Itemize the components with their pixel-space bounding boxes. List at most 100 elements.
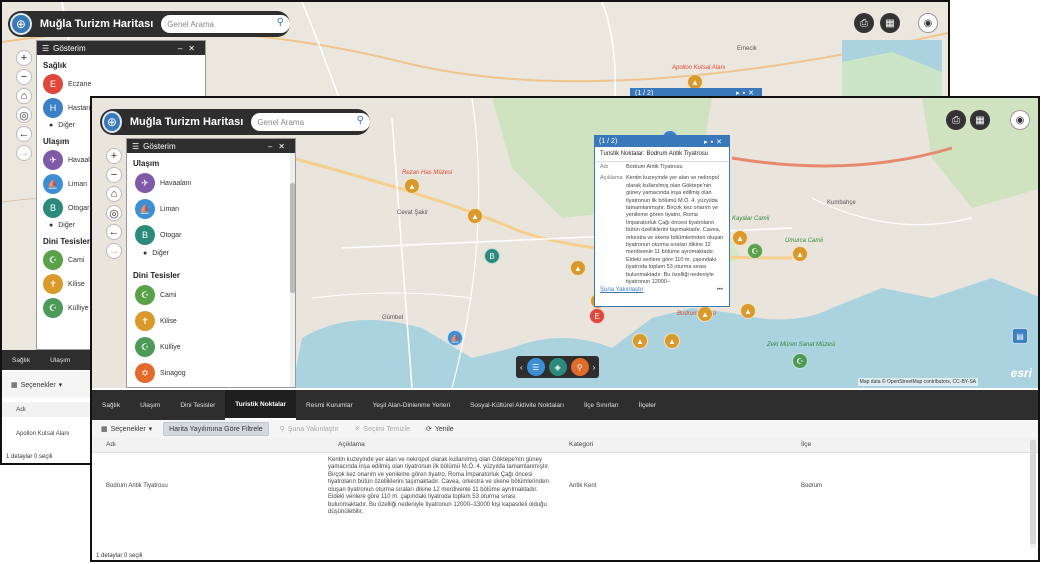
chevron-down-icon: ▾ — [148, 426, 153, 433]
options-label: Seçenekler — [110, 425, 146, 433]
cell-ilce: Bodrum — [801, 482, 823, 489]
port-icon: ⛵ — [43, 174, 63, 194]
tab-resmi-kurumlar[interactable]: Resmi Kurumlar — [296, 390, 363, 420]
legend-scrollbar[interactable] — [290, 153, 295, 387]
map-marker[interactable]: ▤ — [1012, 328, 1028, 344]
tab-turistik-noktalar[interactable]: Turistik Noktalar — [225, 390, 297, 420]
map-marker[interactable]: ⛵ — [447, 330, 463, 346]
popup-key: Açıklama — [600, 175, 623, 182]
column-header-ilce[interactable]: İlçe — [787, 438, 1038, 453]
forward-arrow-icon[interactable]: → — [106, 243, 122, 259]
legend-label: Diğer — [152, 250, 169, 257]
map-label: Emecik — [737, 46, 757, 52]
cell-kategori: Antik Kent — [569, 482, 597, 489]
back-tab-saglik[interactable]: Sağlık — [2, 350, 40, 370]
port-icon: ⛵ — [135, 199, 155, 219]
visibility-icon[interactable]: ◉ — [1010, 110, 1030, 130]
map-marker[interactable]: ▲ — [697, 306, 713, 322]
map-marker[interactable]: E — [589, 308, 605, 324]
header-bar: ⊕ Muğla Turizm Haritası Genel Arama ⚲ — [100, 109, 370, 135]
back-tab-ulasim[interactable]: Ulaşım — [40, 350, 80, 370]
basemap-gallery-icon[interactable]: ▦ — [880, 13, 900, 33]
list-icon: ☰ — [132, 141, 140, 151]
locate-icon[interactable]: ◎ — [106, 205, 122, 221]
table-scrollbar[interactable] — [1030, 438, 1036, 548]
map-marker[interactable]: ▲ — [732, 230, 748, 246]
search-icon[interactable]: ⚲ — [357, 115, 364, 126]
legend-item-sinagog: ✡ Sinagog — [127, 360, 295, 386]
map-marker[interactable]: ▲ — [792, 246, 808, 262]
zoom-out-button[interactable]: − — [16, 69, 32, 85]
legend-window-controls[interactable]: –✕ — [178, 44, 201, 53]
legend-window-controls[interactable]: –✕ — [268, 142, 291, 151]
table-row[interactable]: Bodrum Antik Tiyatrosu Kentin kuzeyinde … — [92, 452, 1038, 521]
map-marker[interactable]: ▲ — [570, 260, 586, 276]
tab-ilce-sinirlari[interactable]: İlçe Sınırları — [574, 390, 629, 420]
list-widget-icon[interactable]: ☰ — [526, 358, 545, 376]
tab-saglik[interactable]: Sağlık — [92, 390, 130, 420]
visibility-icon[interactable]: ◉ — [918, 13, 938, 33]
back-search-placeholder: Genel Arama — [167, 19, 214, 29]
map-marker[interactable]: B — [484, 248, 500, 264]
options-button[interactable]: ▦ Seçenekler ▾ — [96, 422, 157, 436]
zoom-to-button[interactable]: ⚲ Şuna Yakınlaştır — [275, 422, 344, 436]
back-arrow-icon[interactable]: ← — [106, 224, 122, 240]
basemap-gallery-icon[interactable]: ▦ — [970, 110, 990, 130]
zoom-in-button[interactable]: + — [16, 50, 32, 66]
legend-label: Külliye — [68, 304, 89, 312]
clear-selection-button[interactable]: ✕ Seçimi Temizle — [350, 422, 415, 436]
map-marker[interactable]: ▲ — [664, 333, 680, 349]
legend-item-liman: ⛵ Liman — [127, 196, 295, 222]
tab-dini-tesisler[interactable]: Dini Tesisler — [170, 390, 225, 420]
back-arrow-icon[interactable]: ← — [16, 126, 32, 142]
tab-ulasim[interactable]: Ulaşım — [130, 390, 170, 420]
print-icon[interactable]: ⎙ — [854, 13, 874, 33]
search-icon[interactable]: ⚲ — [277, 17, 284, 28]
chevron-left-icon[interactable]: ‹ — [520, 363, 523, 372]
popup-zoom-link[interactable]: Şuna Yakınlaştır — [595, 285, 648, 295]
column-header-aciklama[interactable]: Açıklama — [324, 438, 555, 453]
locate-icon[interactable]: ◎ — [16, 107, 32, 123]
map-marker[interactable]: ☪ — [792, 353, 808, 369]
legend-label: Otogar — [68, 204, 90, 212]
zoom-out-button[interactable]: − — [106, 167, 122, 183]
legend-label: Diğer — [58, 122, 75, 129]
column-header-kategori[interactable]: Kategori — [555, 438, 787, 453]
attribute-tabs: Sağlık Ulaşım Dini Tesisler Turistik Nok… — [92, 390, 1038, 420]
tab-yesil-alan[interactable]: Yeşil Alan-Dinlenme Yerleri — [363, 390, 460, 420]
map-marker[interactable]: ▲ — [467, 208, 483, 224]
map-marker[interactable]: ▲ — [740, 303, 756, 319]
forward-arrow-icon[interactable]: → — [16, 145, 32, 161]
main-map[interactable]: ⊕ Muğla Turizm Haritası Genel Arama ⚲ + … — [92, 98, 1038, 388]
filter-by-extent-button[interactable]: Harita Yayılımına Göre Filtrele — [163, 422, 269, 436]
tab-sosyal-kulturel[interactable]: Sosyal-Kültürel Aktivite Noktaları — [460, 390, 574, 420]
legend-item-kulliye: ☪ Külliye — [127, 334, 295, 360]
map-marker[interactable]: ▲ — [632, 333, 648, 349]
tab-ilceler[interactable]: İlçeler — [629, 390, 666, 420]
legend-label: Otogar — [160, 231, 182, 239]
clear-label: Seçimi Temizle — [363, 425, 410, 433]
home-icon[interactable]: ⌂ — [16, 88, 32, 104]
popup-more-icon[interactable]: ••• — [717, 287, 723, 293]
back-search-input[interactable]: Genel Arama ⚲ — [161, 15, 290, 33]
home-icon[interactable]: ⌂ — [106, 186, 122, 202]
map-marker-museum[interactable]: ▲ — [404, 178, 420, 194]
back-options-button[interactable]: ▦ Seçenekler ▾ — [6, 378, 67, 392]
column-header-adi[interactable]: Adı — [92, 438, 324, 453]
popup-value: Bodrum Antik Tiyatrosu — [626, 164, 683, 170]
popup-controls[interactable]: ▸▪✕ — [704, 138, 725, 146]
map-marker[interactable]: ☪ — [747, 243, 763, 259]
church-icon: ✝ — [43, 274, 63, 294]
search-placeholder: Genel Arama — [257, 117, 305, 127]
refresh-button[interactable]: ⟳ Yenile — [421, 422, 459, 436]
location-pin-icon[interactable]: ⚲ — [570, 358, 589, 376]
grid-icon: ▦ — [101, 426, 108, 433]
legend-label: Kilise — [160, 317, 177, 325]
print-icon[interactable]: ⎙ — [946, 110, 966, 130]
refresh-icon: ⟳ — [425, 426, 432, 433]
zoom-in-button[interactable]: + — [106, 148, 122, 164]
layers-icon[interactable]: ◈ — [548, 358, 567, 376]
esri-logo: esri — [1010, 366, 1032, 380]
chevron-right-icon[interactable]: › — [593, 363, 596, 372]
search-input[interactable]: Genel Arama ⚲ — [251, 113, 370, 131]
